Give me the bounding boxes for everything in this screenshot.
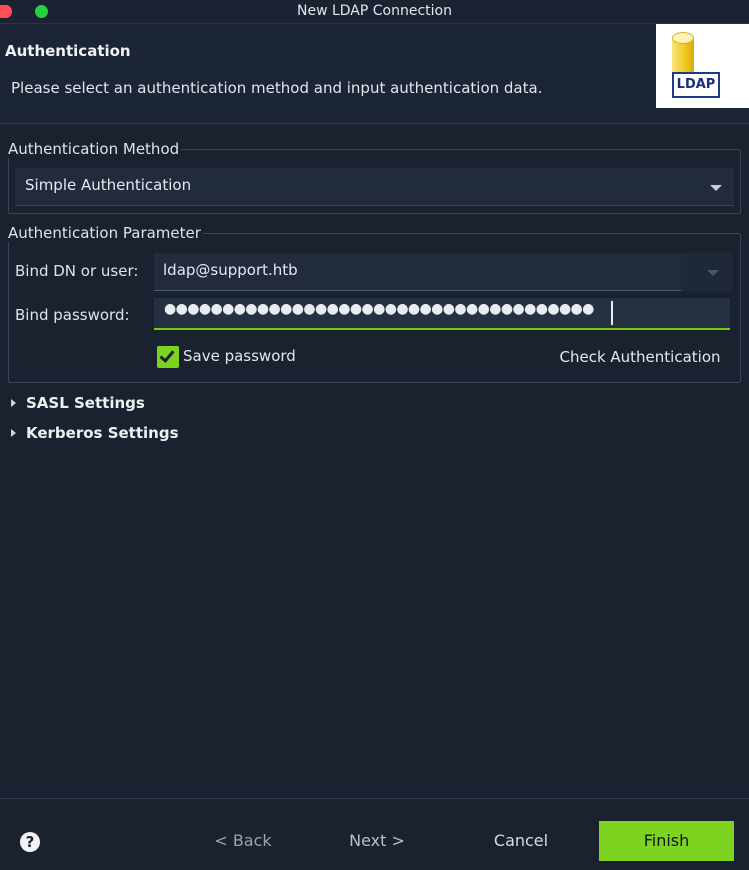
- bind-dn-label: Bind DN or user:: [15, 262, 139, 280]
- check-authentication-button[interactable]: Check Authentication: [544, 339, 736, 375]
- bind-dn-input[interactable]: ldap@support.htb: [154, 253, 681, 291]
- authentication-method-select[interactable]: Simple Authentication: [15, 168, 734, 206]
- expand-arrow-icon: [11, 399, 16, 407]
- wizard-header: Authentication Please select an authenti…: [0, 24, 749, 124]
- sasl-settings-label: SASL Settings: [26, 394, 145, 412]
- cancel-button[interactable]: Cancel: [454, 821, 588, 861]
- bind-password-label: Bind password:: [15, 306, 130, 324]
- back-button[interactable]: < Back: [176, 821, 310, 861]
- page-description: Please select an authentication method a…: [11, 79, 543, 97]
- bind-password-input[interactable]: ●●●●●●●●●●●●●●●●●●●●●●●●●●●●●●●●●●●●●: [154, 298, 730, 330]
- window-title: New LDAP Connection: [296, 3, 452, 19]
- bind-dn-value: ldap@support.htb: [163, 261, 298, 279]
- text-caret: [611, 301, 613, 325]
- help-icon[interactable]: ?: [20, 832, 40, 852]
- authentication-parameter-group: Authentication Parameter Bind DN or user…: [8, 224, 741, 383]
- ldap-connection-dialog: New LDAP Connection Authentication Pleas…: [0, 0, 749, 870]
- save-password-checkbox[interactable]: [157, 346, 179, 368]
- next-button[interactable]: Next >: [310, 821, 444, 861]
- checkmark-icon: [159, 347, 175, 363]
- authentication-method-value: Simple Authentication: [25, 176, 192, 194]
- expand-arrow-icon: [11, 429, 16, 437]
- database-cylinder-top: [672, 32, 694, 44]
- ldap-logo-icon: LDAP: [656, 24, 749, 108]
- kerberos-settings-label: Kerberos Settings: [26, 424, 179, 442]
- password-mask: ●●●●●●●●●●●●●●●●●●●●●●●●●●●●●●●●●●●●●: [164, 301, 594, 317]
- authentication-method-group: Authentication Method Simple Authenticat…: [8, 140, 741, 214]
- page-title: Authentication: [5, 42, 131, 60]
- save-password-label[interactable]: Save password: [183, 347, 296, 365]
- chevron-down-icon: [710, 185, 722, 191]
- authentication-parameter-legend: Authentication Parameter: [8, 224, 203, 242]
- button-bar: ? < Back Next > Cancel Finish: [0, 798, 749, 870]
- authentication-method-legend: Authentication Method: [8, 140, 182, 158]
- title-bar: New LDAP Connection: [0, 0, 749, 24]
- bind-dn-combo[interactable]: ldap@support.htb: [154, 253, 733, 291]
- finish-button[interactable]: Finish: [599, 821, 734, 861]
- ldap-logo-label: LDAP: [672, 72, 720, 98]
- chevron-down-icon[interactable]: [707, 270, 719, 276]
